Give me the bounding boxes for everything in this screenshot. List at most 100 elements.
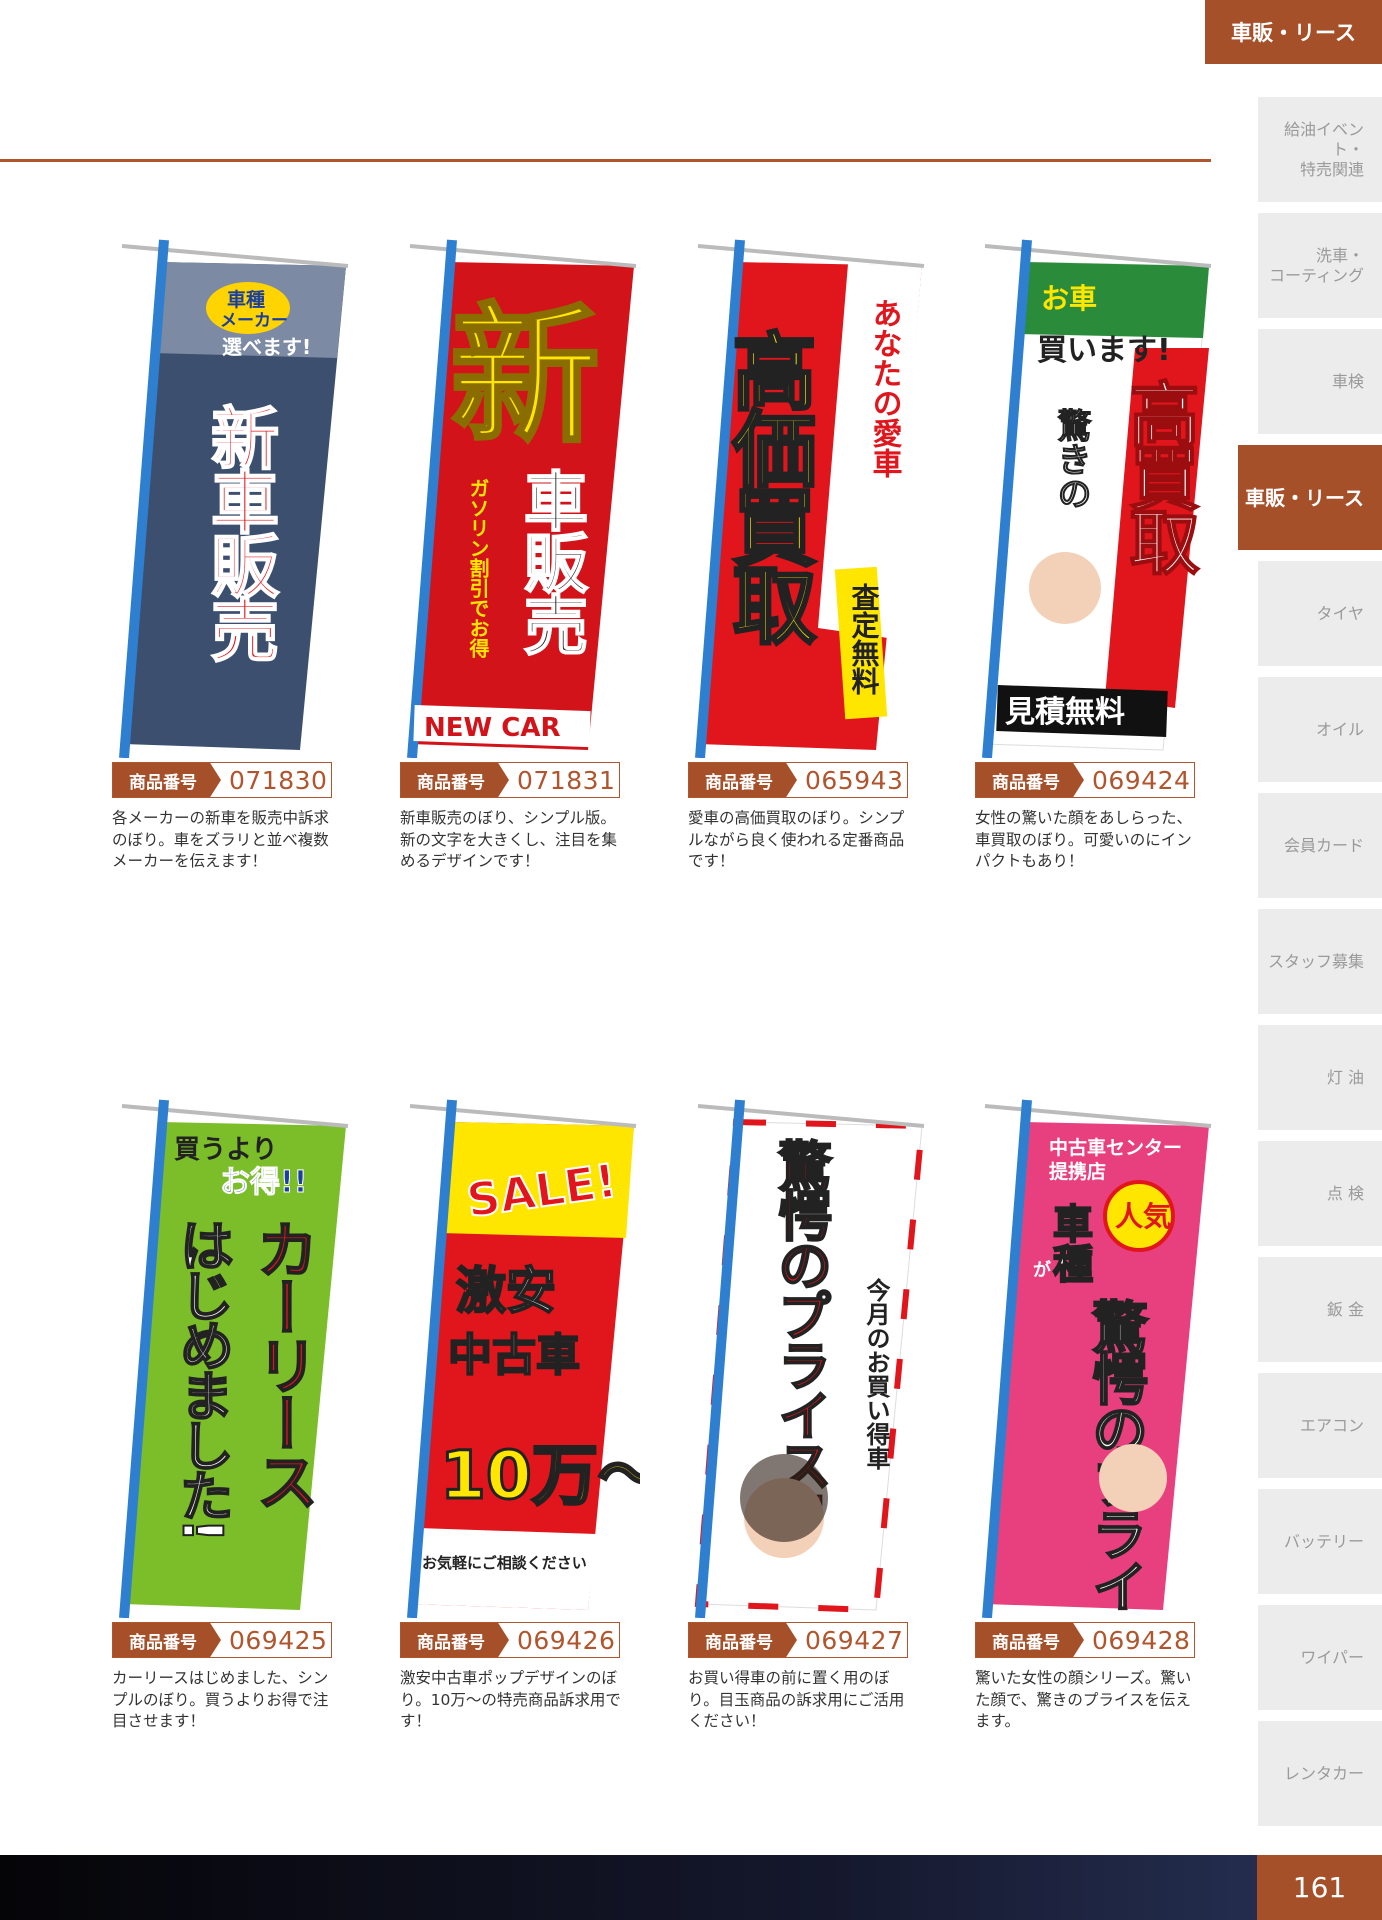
sidebar-item-check[interactable]: 点 検 xyxy=(1258,1141,1382,1246)
banner-text: 車種 xyxy=(1046,1203,1093,1283)
product-code-label: 商品番号 xyxy=(113,763,221,797)
sidebar-item-label: バッテリー xyxy=(1283,1531,1364,1551)
sidebar-item-label: スタッフ募集 xyxy=(1267,951,1364,971)
banner-text: 新車販売 xyxy=(199,403,279,663)
banner-text: NEW CAR xyxy=(424,713,560,743)
sidebar-item-label: 会員カード xyxy=(1283,835,1364,855)
banner-text: 激安 xyxy=(456,1262,556,1320)
product-code-tag: 商品番号 069428 xyxy=(975,1622,1195,1658)
product-code-tag: 商品番号 069424 xyxy=(975,762,1195,798)
product-code: 065943 xyxy=(805,765,904,795)
sidebar-item-label: 鈑 金 xyxy=(1326,1299,1364,1319)
nobori-banner-image: 買うより お得!! カーリース はじめました! xyxy=(119,1099,349,1618)
banner-text: 買うより xyxy=(174,1135,277,1165)
sidebar-item-car-sales[interactable]: 車販・リース xyxy=(1238,445,1382,550)
banner-text: 見積無料 xyxy=(1005,695,1125,730)
product-code-tag: 商品番号 065943 xyxy=(688,762,908,798)
banner-text: 中古車 xyxy=(448,1330,580,1381)
sidebar-item-label: タイヤ xyxy=(1316,603,1364,623)
product-code-tag: 商品番号 069426 xyxy=(400,1622,620,1658)
product-code-tag: 商品番号 071830 xyxy=(112,762,332,798)
banner-text: 新 xyxy=(450,290,600,464)
banner-text: 提携店 xyxy=(1049,1160,1106,1183)
banner-text: カーリース xyxy=(246,1218,319,1508)
sidebar-item-label: 車検 xyxy=(1331,371,1364,391)
product-code-label: 商品番号 xyxy=(689,1623,797,1657)
section-tab: 車販・リース xyxy=(1205,0,1382,64)
banner-text: はじめました! xyxy=(171,1218,234,1539)
banner-text: 車販売 xyxy=(513,468,588,655)
banner-text: 高価買取 xyxy=(719,328,817,645)
product-description: 激安中古車ポップデザインのぼり。10万～の特売商品訴求用です！ xyxy=(400,1669,621,1730)
banner-text: 高買取 xyxy=(1118,378,1200,576)
product-code-tag: 商品番号 069427 xyxy=(688,1622,908,1658)
banner-text: あなたの愛車 xyxy=(867,298,903,478)
sidebar-item-label: オイル xyxy=(1315,719,1364,739)
product-code: 069426 xyxy=(517,1625,616,1655)
sidebar-item-fuel-events[interactable]: 給油イベント・ 特売関連 xyxy=(1258,97,1382,202)
product-code: 071831 xyxy=(517,765,616,795)
product-description: カーリースはじめました、シンプルのぼり。買うよりお得で注目させます！ xyxy=(112,1669,329,1730)
banner-text: 査定無料 xyxy=(848,583,881,695)
sidebar-item-oil[interactable]: オイル xyxy=(1258,677,1382,782)
product-code: 069428 xyxy=(1092,1625,1191,1655)
banner-text: お得!! xyxy=(220,1165,307,1200)
banner-text: 人気 xyxy=(1115,1200,1171,1233)
sidebar-item-label: 洗車・ コーティング xyxy=(1268,245,1364,285)
product-description: 愛車の高価買取のぼり。シンプルながら良く使われる定番商品です！ xyxy=(688,809,905,870)
sidebar-item-car-wash[interactable]: 洗車・ コーティング xyxy=(1258,213,1382,318)
product-description: 驚いた女性の顔シリーズ。驚いた顔で、驚きのプライスを伝えます。 xyxy=(975,1669,1192,1730)
product-code-tag: 商品番号 071831 xyxy=(400,762,620,798)
sidebar-item-member-card[interactable]: 会員カード xyxy=(1258,793,1382,898)
nobori-banner-image: 中古車センター 提携店 人気 車種 が 驚愕のプライス! xyxy=(982,1099,1212,1618)
sidebar-item-bodywork[interactable]: 鈑 金 xyxy=(1258,1257,1382,1362)
banner-text: お気軽にご相談ください xyxy=(422,1554,587,1572)
sidebar-item-label: エアコン xyxy=(1299,1415,1364,1435)
product-code-label: 商品番号 xyxy=(976,1623,1084,1657)
nobori-banner-image: SALE! 激安 中古車 10万～ お気軽にご相談ください xyxy=(407,1099,640,1618)
banner-text: 中古車センター xyxy=(1049,1136,1182,1159)
sidebar-item-label: 給油イベント・ 特売関連 xyxy=(1283,119,1364,179)
product-code: 069427 xyxy=(805,1625,904,1655)
banner-text: メーカー xyxy=(220,311,288,331)
sidebar-item-label: 車販・リース xyxy=(1245,485,1364,510)
sidebar-item-staff-recruit[interactable]: スタッフ募集 xyxy=(1258,909,1382,1014)
nobori-banner-image: 車種 メーカー 選べます! 新車販売 xyxy=(119,239,349,758)
sidebar-item-aircon[interactable]: エアコン xyxy=(1258,1373,1382,1478)
banner-text: 選べます! xyxy=(222,335,311,359)
sidebar-item-label: レンタカー xyxy=(1283,1763,1364,1783)
sidebar-item-label: 灯 油 xyxy=(1326,1067,1364,1087)
sidebar-item-inspection[interactable]: 車検 xyxy=(1258,329,1382,434)
product-code: 069424 xyxy=(1092,765,1191,795)
sidebar-item-label: ワイパー xyxy=(1300,1647,1364,1667)
product-description: お買い得車の前に置く用のぼり。目玉商品の訴求用にご活用ください！ xyxy=(688,1669,905,1730)
product-description: 各メーカーの新車を販売中訴求のぼり。車をズラリと並べ複数メーカーを伝えます！ xyxy=(112,809,330,870)
sidebar-item-label: 点 検 xyxy=(1326,1183,1364,1203)
banner-text: 10万～ xyxy=(440,1437,640,1514)
product-description: 女性の驚いた顔をあしらった、車買取のぼり。可愛いのにインパクトもあり！ xyxy=(975,809,1193,870)
product-code: 069425 xyxy=(229,1625,328,1655)
banner-text: 今月のお買い得車 xyxy=(862,1277,891,1470)
nobori-banner-image: お車 買います! 驚きの 高買取 見積無料 xyxy=(982,239,1212,758)
banner-text: が xyxy=(1033,1259,1051,1281)
product-code-tag: 商品番号 069425 xyxy=(112,1622,332,1658)
product-code-label: 商品番号 xyxy=(689,763,797,797)
sidebar-item-battery[interactable]: バッテリー xyxy=(1258,1489,1382,1594)
sidebar-item-kerosene[interactable]: 灯 油 xyxy=(1258,1025,1382,1130)
product-code-label: 商品番号 xyxy=(401,763,509,797)
product-code-label: 商品番号 xyxy=(113,1623,221,1657)
nobori-banner-image: 驚愕のプライス!! 今月のお買い得車 xyxy=(694,1099,926,1618)
nobori-banner-image: 新 車販売 ガソリン割引でお得 NEW CAR xyxy=(407,239,637,758)
sidebar-item-tires[interactable]: タイヤ xyxy=(1258,561,1382,666)
banner-text: 買います! xyxy=(1037,333,1171,368)
sidebar-item-wiper[interactable]: ワイパー xyxy=(1258,1605,1382,1710)
sidebar-item-rental[interactable]: レンタカー xyxy=(1258,1721,1382,1826)
product-code: 071830 xyxy=(229,765,328,795)
top-divider xyxy=(0,159,1211,162)
product-code-label: 商品番号 xyxy=(976,763,1084,797)
product-code-label: 商品番号 xyxy=(401,1623,509,1657)
banner-text: お車 xyxy=(1041,282,1097,315)
banner-text: ガソリン割引でお得 xyxy=(466,478,490,658)
banner-text: 驚きの xyxy=(1051,408,1091,510)
footer-bar xyxy=(0,1855,1382,1920)
